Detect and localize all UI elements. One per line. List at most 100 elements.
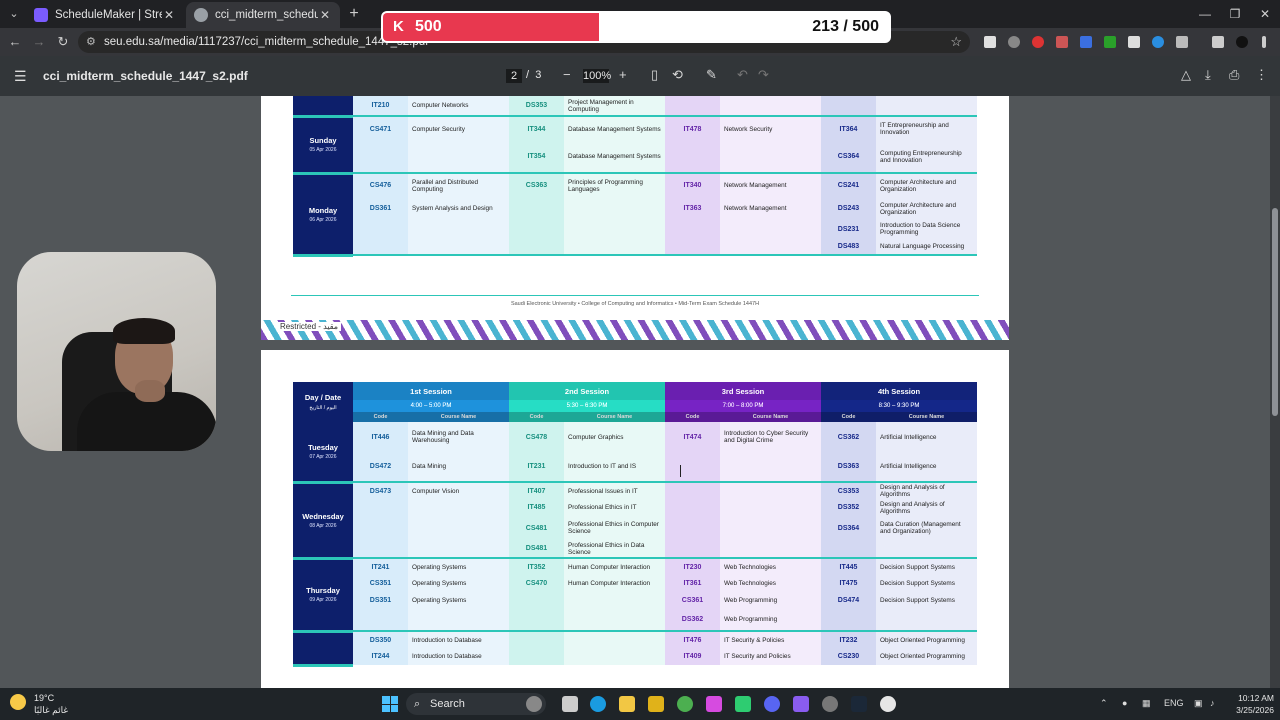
zoom-input[interactable]: 100% bbox=[583, 69, 611, 83]
code-header: Code bbox=[665, 412, 720, 422]
course-name: Database Management Systems bbox=[564, 116, 665, 141]
app-r-icon[interactable] bbox=[648, 696, 664, 712]
extension-icon[interactable] bbox=[1008, 36, 1020, 48]
session-header-row: Day / Date اليوم / التاريخ 1st Session 2nd … bbox=[293, 382, 978, 422]
streamer-webcam bbox=[17, 252, 216, 451]
course-code: DS362 bbox=[665, 609, 720, 632]
restore-icon[interactable]: ❐ bbox=[1220, 4, 1250, 24]
schedule-table-top: IT210 Computer Networks DS353 Project Manag… bbox=[293, 96, 977, 257]
pdf-more-icon[interactable]: ⋮ bbox=[1255, 67, 1268, 83]
download-icon[interactable] bbox=[1212, 36, 1224, 48]
app-green-icon[interactable] bbox=[735, 696, 751, 712]
mouse-cursor-icon bbox=[680, 465, 688, 477]
site-info-icon[interactable]: ⚙ bbox=[86, 31, 96, 53]
profile-avatar[interactable] bbox=[1236, 36, 1248, 48]
day-date: 07 Apr 2026 bbox=[309, 453, 337, 460]
bookmark-star-icon[interactable]: ☆ bbox=[950, 31, 962, 53]
pdf-download-icon[interactable]: ⤓ bbox=[1205, 67, 1211, 83]
print-icon[interactable]: ⎙ bbox=[1229, 67, 1239, 83]
table-row: Sunday 05 Apr 2026 CS471 Computer Security I… bbox=[293, 116, 977, 175]
tab-search-chevron-icon[interactable]: ⌄ bbox=[6, 6, 22, 22]
tab-pdf[interactable]: cci_midterm_schedule_1447_s2. ✕ bbox=[186, 2, 340, 28]
extension-icon[interactable] bbox=[984, 36, 996, 48]
tab-schedulemaker[interactable]: ScheduleMaker | StreamLadder ✕ bbox=[26, 2, 184, 28]
close-tab-icon[interactable]: ✕ bbox=[318, 8, 332, 22]
extension-icon[interactable] bbox=[1056, 36, 1068, 48]
discord-icon[interactable] bbox=[764, 696, 780, 712]
page-footer: Saudi Electronic University • College of… bbox=[510, 301, 760, 307]
reload-icon[interactable]: ↻ bbox=[54, 33, 72, 51]
extension-icon[interactable] bbox=[1032, 36, 1044, 48]
extension-icon[interactable] bbox=[1080, 36, 1092, 48]
code-header: Code bbox=[353, 412, 408, 422]
day-date-header: Day / Date اليوم / التاريخ bbox=[293, 382, 353, 422]
tray-chevron-icon[interactable]: ⌃ bbox=[1100, 698, 1108, 709]
scrollbar[interactable] bbox=[1270, 96, 1280, 688]
session-time: 4:00 – 5:00 PM bbox=[353, 400, 509, 412]
widget-icon[interactable] bbox=[526, 696, 542, 712]
course-name bbox=[720, 499, 821, 516]
course-name bbox=[564, 631, 665, 648]
microphone-icon[interactable]: ● bbox=[1122, 698, 1127, 708]
steam-icon[interactable] bbox=[851, 696, 867, 712]
windows-start-icon[interactable] bbox=[382, 696, 398, 712]
new-tab-plus-icon[interactable]: + bbox=[345, 5, 363, 23]
chrome-icon[interactable] bbox=[677, 696, 693, 712]
course-name bbox=[720, 516, 821, 540]
app-gray-icon[interactable] bbox=[822, 696, 838, 712]
kick-logo-icon: K bbox=[393, 18, 404, 35]
course-name-header: Course Name bbox=[408, 412, 509, 422]
course-name: IT Security & Policies bbox=[720, 631, 821, 648]
table-row: CS481 Professional Ethics in Computer Sci… bbox=[293, 516, 978, 540]
menu-hamburger-icon[interactable]: ☰ bbox=[14, 68, 27, 85]
close-window-icon[interactable]: ✕ bbox=[1250, 4, 1280, 24]
obs-icon[interactable] bbox=[880, 696, 896, 712]
app-purple-icon[interactable] bbox=[793, 696, 809, 712]
page-number-input[interactable]: 2 bbox=[506, 69, 522, 83]
course-code bbox=[353, 141, 408, 174]
system-clock[interactable]: 10:12 AM 3/25/2026 bbox=[1228, 692, 1274, 716]
day-date: 08 Apr 2026 bbox=[309, 522, 337, 529]
course-code: IT340 bbox=[665, 173, 720, 197]
day-cell bbox=[293, 631, 353, 667]
puzzle-extensions-icon[interactable] bbox=[1176, 36, 1188, 48]
taskbar-search[interactable]: ⌕ Search bbox=[406, 693, 546, 715]
course-code: IT361 bbox=[665, 575, 720, 592]
course-code: IT231 bbox=[509, 452, 564, 483]
drive-icon[interactable]: △ bbox=[1181, 67, 1191, 83]
copilot-icon[interactable] bbox=[706, 696, 722, 712]
file-explorer-icon[interactable] bbox=[619, 696, 635, 712]
course-code bbox=[509, 592, 564, 609]
course-name: Professional Ethics in Computer Science bbox=[564, 516, 665, 540]
zoom-out-icon[interactable]: − bbox=[563, 67, 571, 82]
course-name bbox=[720, 452, 821, 483]
kebab-menu-icon[interactable] bbox=[1262, 36, 1266, 48]
task-view-icon[interactable] bbox=[562, 696, 578, 712]
volume-icon[interactable]: ♪ bbox=[1210, 698, 1215, 708]
minimize-icon[interactable]: — bbox=[1190, 4, 1220, 24]
code-header: Code bbox=[821, 412, 876, 422]
course-code bbox=[665, 516, 720, 540]
edge-icon[interactable] bbox=[590, 696, 606, 712]
extension-icon[interactable] bbox=[1152, 36, 1164, 48]
extension-icon[interactable] bbox=[1128, 36, 1140, 48]
undo-icon[interactable]: ↶ bbox=[737, 67, 748, 83]
course-name: Object Oriented Programming bbox=[876, 631, 978, 648]
network-icon[interactable]: ▣ bbox=[1194, 698, 1203, 709]
back-arrow-icon[interactable]: ← bbox=[6, 33, 24, 51]
course-code bbox=[509, 197, 564, 220]
forward-arrow-icon[interactable]: → bbox=[30, 33, 48, 51]
draw-icon[interactable]: ✎ bbox=[706, 67, 717, 83]
language-indicator[interactable]: ENG bbox=[1164, 698, 1184, 708]
course-name bbox=[720, 238, 821, 256]
keyboard-icon[interactable]: ▦ bbox=[1142, 698, 1151, 709]
rotate-icon[interactable]: ⟲ bbox=[672, 67, 683, 83]
course-code bbox=[665, 499, 720, 516]
redo-icon[interactable]: ↷ bbox=[758, 67, 769, 83]
course-code: DS481 bbox=[509, 540, 564, 559]
zoom-in-icon[interactable]: + bbox=[619, 67, 627, 82]
scrollbar-thumb[interactable] bbox=[1272, 208, 1278, 416]
extension-icon[interactable] bbox=[1104, 36, 1116, 48]
fit-page-icon[interactable]: ▯ bbox=[651, 67, 658, 83]
close-tab-icon[interactable]: ✕ bbox=[162, 8, 176, 22]
